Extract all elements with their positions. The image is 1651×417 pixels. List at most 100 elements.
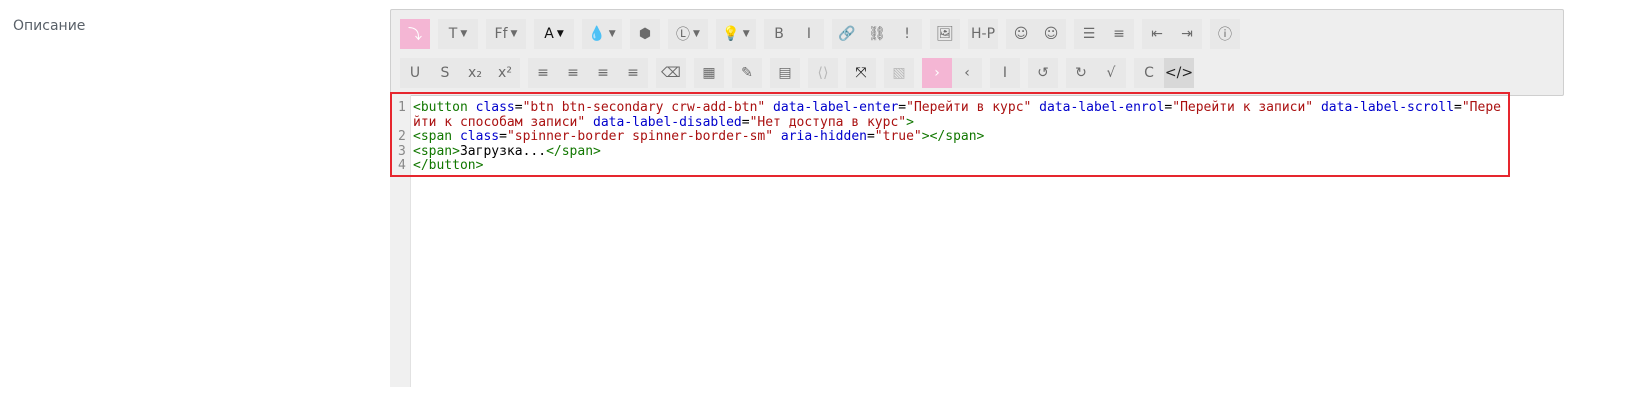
strikethrough-icon: S	[440, 65, 450, 81]
undo-button[interactable]: ↺	[1028, 58, 1058, 88]
superscript-icon: x²	[498, 65, 512, 81]
unlink-button[interactable]: ⛓	[862, 19, 892, 49]
toolbar-group: ✎	[732, 58, 762, 88]
font-size-dropdown[interactable]: T ▼	[438, 19, 478, 49]
next-icon: ›	[934, 65, 940, 81]
previous-icon: ‹	[964, 65, 970, 81]
justify-icon: ≡	[627, 65, 639, 81]
outdent-button[interactable]: ⇤	[1142, 19, 1172, 49]
toolbar-group: BI	[764, 19, 824, 49]
next-button[interactable]: ›	[922, 58, 952, 88]
align-left-button[interactable]: ≡	[528, 58, 558, 88]
unordered-list-icon: ☰	[1082, 26, 1096, 42]
italic-icon: I	[806, 26, 812, 42]
toolbar-group: 💡 ▼	[716, 19, 756, 49]
cursor-button[interactable]: I	[990, 58, 1020, 88]
subscript-button[interactable]: x₂	[460, 58, 490, 88]
undo-icon: ↺	[1037, 65, 1049, 81]
media-button[interactable]: ▧	[884, 58, 914, 88]
ordered-list-button[interactable]: ≡	[1104, 19, 1134, 49]
toolbar-group: ☺ ☺	[1006, 19, 1066, 49]
toolbar-group: ⓘ	[1210, 19, 1240, 49]
bold-icon: B	[774, 26, 784, 42]
equation-button[interactable]: √	[1096, 58, 1126, 88]
indent-button[interactable]: ⇥	[1172, 19, 1202, 49]
alert-button[interactable]: !	[892, 19, 922, 49]
toolbar-group: 💧 ▼	[582, 19, 622, 49]
refresh-button[interactable]: C	[1134, 58, 1164, 88]
font-color-dropdown[interactable]: A ▼	[534, 19, 574, 49]
ordered-list-icon: ≡	[1113, 26, 1125, 42]
align-center-button[interactable]: ≡	[558, 58, 588, 88]
toolbar-group: C </>	[1134, 58, 1194, 88]
align-right-button[interactable]: ≡	[588, 58, 618, 88]
lightbulb-dropdown[interactable]: 💡 ▼	[716, 19, 756, 49]
clear-formatting-button[interactable]: ⌫	[656, 58, 686, 88]
align-left-icon: ≡	[537, 65, 549, 81]
link-button[interactable]: 🔗	[832, 19, 862, 49]
bold-button[interactable]: B	[764, 19, 794, 49]
toolbar-group: ↺	[1028, 58, 1058, 88]
font-family-dropdown[interactable]: Ff ▼	[486, 19, 526, 49]
toolbar-group: › ‹	[922, 58, 982, 88]
block-icon[interactable]: ⬢	[630, 19, 660, 49]
html-source-icon: </>	[1164, 65, 1194, 81]
rich-text-editor: ⤵ T ▼ Ff ▼ A ▼ 💧 ▼ ⬢ Ⓛ ▼ 💡 ▼ B I 🔗 ⛓! 🖼 H-P ☺ ☺ ☰ ≡ ⇤ ⇥ ⓘ U Sx₂ x² ≡ ≡…	[390, 9, 1564, 387]
toolbar-group: 🔗 ⛓!	[832, 19, 922, 49]
toolbar-group: 🖼	[930, 19, 960, 49]
accessibility-icon: ⓘ	[1218, 27, 1232, 43]
italic-button[interactable]: I	[794, 19, 824, 49]
toolbar-group: Ⓛ ▼	[668, 19, 708, 49]
toolbar-group: ☰ ≡	[1074, 19, 1134, 49]
strikethrough-button[interactable]: S	[430, 58, 460, 88]
lightbulb-icon: 💡	[722, 26, 740, 42]
outdent-icon: ⇤	[1151, 26, 1163, 42]
toolbar-group: U Sx₂ x²	[400, 58, 520, 88]
previous-button[interactable]: ‹	[952, 58, 982, 88]
align-center-icon: ≡	[567, 65, 579, 81]
redo-button[interactable]: ↻	[1066, 58, 1096, 88]
image-icon: 🖼	[936, 26, 954, 42]
table-button[interactable]: ▤	[770, 58, 800, 88]
background-color-dropdown[interactable]: 💧 ▼	[582, 19, 622, 49]
cursor-icon: I	[1002, 65, 1008, 81]
justify-button[interactable]: ≡	[618, 58, 648, 88]
edit-icon: ✎	[741, 65, 753, 81]
emoji-button[interactable]: ☺	[1036, 19, 1066, 49]
style-icon: Ⓛ	[676, 27, 691, 43]
unordered-list-button[interactable]: ☰	[1074, 19, 1104, 49]
clear-formatting-icon: ⌫	[661, 65, 681, 81]
fullscreen-icon: ⤧	[855, 65, 867, 81]
underline-button[interactable]: U	[400, 58, 430, 88]
toolbar-group: ⟨⟩	[808, 58, 838, 88]
chevron-down-icon: ▼	[608, 29, 616, 39]
toolbar-group: ⇤ ⇥	[1142, 19, 1202, 49]
block-icon-icon: ⬢	[638, 26, 652, 42]
description-label: Описание	[13, 18, 86, 34]
image-button[interactable]: 🖼	[930, 19, 960, 49]
font-family-icon: Ff	[494, 26, 508, 42]
unlink-icon: ⛓	[868, 26, 886, 42]
html-source-button[interactable]: </>	[1164, 58, 1194, 88]
chevron-down-icon: ▼	[693, 29, 700, 39]
collapse-toolbar-button[interactable]: ⤵	[400, 19, 430, 49]
h5p-button[interactable]: H-P	[968, 19, 998, 49]
emoticon-button[interactable]: ☺	[1006, 19, 1036, 49]
refresh-icon: C	[1144, 65, 1154, 81]
chevron-down-icon: ▼	[460, 29, 468, 39]
alert-icon: !	[904, 26, 910, 42]
toolbar-group: ⬢	[630, 19, 660, 49]
superscript-button[interactable]: x²	[490, 58, 520, 88]
code-embed-button[interactable]: ⟨⟩	[808, 58, 838, 88]
toolbar-group: H-P	[968, 19, 998, 49]
style-dropdown[interactable]: Ⓛ ▼	[668, 19, 708, 49]
underline-icon: U	[409, 65, 421, 81]
emoticon-icon: ☺	[1013, 26, 1029, 42]
calculator-button[interactable]: ▦	[694, 58, 724, 88]
calculator-icon: ▦	[702, 65, 716, 81]
accessibility-button[interactable]: ⓘ	[1210, 19, 1240, 49]
toolbar-row-1: ⤵ T ▼ Ff ▼ A ▼ 💧 ▼ ⬢ Ⓛ ▼ 💡 ▼ B I 🔗 ⛓! 🖼 H-P ☺ ☺ ☰ ≡ ⇤ ⇥ ⓘ	[400, 19, 1248, 49]
edit-button[interactable]: ✎	[732, 58, 762, 88]
fullscreen-button[interactable]: ⤧	[846, 58, 876, 88]
media-icon: ▧	[892, 65, 906, 81]
